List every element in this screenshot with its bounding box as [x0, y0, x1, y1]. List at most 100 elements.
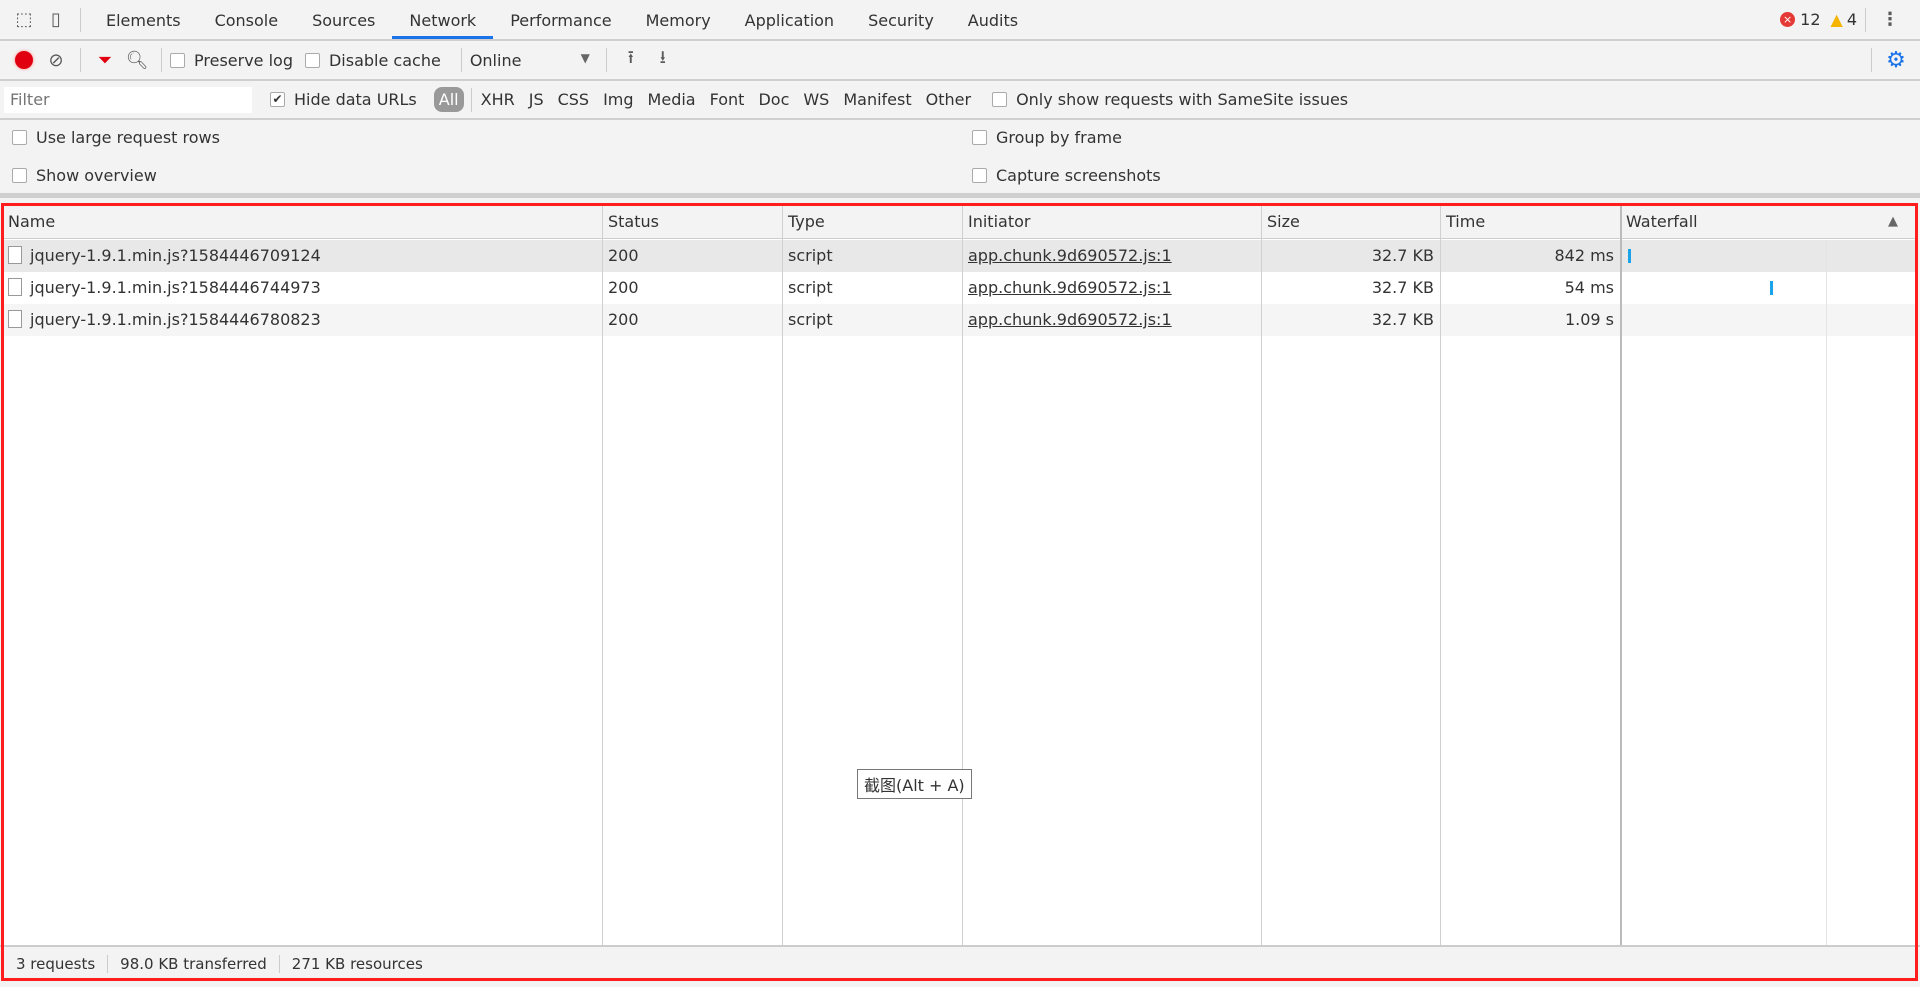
inspect-element-icon[interactable]: ⬚ [8, 4, 40, 36]
request-initiator-link[interactable]: app.chunk.9d690572.js:1 [962, 240, 1178, 272]
device-toolbar-icon[interactable]: ▯ [40, 4, 72, 36]
screenshot-tooltip: 截图(Alt + A) [857, 769, 972, 799]
throttling-select[interactable]: Online ▼ [470, 51, 590, 70]
request-status: 200 [608, 310, 639, 329]
request-size: 32.7 KB [1371, 246, 1434, 265]
filter-type-img[interactable]: Img [603, 90, 633, 109]
hide-data-urls-checkbox[interactable]: ✔ Hide data URLs [270, 90, 417, 109]
divider [605, 48, 607, 72]
warning-icon: ▲ [1830, 10, 1843, 29]
import-har-icon[interactable]: ⭱ [615, 44, 647, 76]
waterfall-bar [1628, 249, 1631, 263]
tab-memory[interactable]: Memory [629, 0, 728, 39]
column-header-type[interactable]: Type [782, 205, 825, 239]
more-menu-icon[interactable]: ⋮ [1874, 4, 1906, 36]
request-type: script [788, 310, 833, 329]
column-header-size[interactable]: Size [1261, 205, 1300, 239]
request-name[interactable]: jquery-1.9.1.min.js?1584446780823 [2, 304, 602, 336]
request-time: 842 ms [1554, 246, 1614, 265]
preserve-log-checkbox[interactable]: Preserve log [170, 51, 293, 70]
column-header-time[interactable]: Time [1440, 205, 1485, 239]
divider [470, 87, 472, 112]
devtools-tab-bar: ⬚ ▯ Elements Console Sources Network Per… [0, 0, 1920, 41]
group-by-frame-checkbox[interactable]: Group by frame [972, 128, 1122, 147]
chevron-down-icon: ▼ [580, 50, 590, 65]
request-initiator-link[interactable]: app.chunk.9d690572.js:1 [962, 272, 1178, 304]
filter-input[interactable] [4, 86, 252, 113]
request-initiator-link[interactable]: app.chunk.9d690572.js:1 [962, 304, 1178, 336]
resources-size: 271 KB resources [291, 954, 423, 973]
column-header-status[interactable]: Status [602, 205, 659, 239]
show-overview-checkbox[interactable]: Show overview [12, 166, 157, 185]
filter-type-manifest[interactable]: Manifest [843, 90, 911, 109]
error-icon: × [1780, 12, 1796, 27]
request-type: script [788, 278, 833, 297]
disable-cache-checkbox[interactable]: Disable cache [304, 51, 441, 70]
record-icon [15, 51, 33, 69]
request-name[interactable]: jquery-1.9.1.min.js?1584446744973 [2, 272, 602, 304]
column-header-waterfall[interactable]: Waterfall [1620, 205, 1698, 239]
divider [460, 48, 462, 72]
tab-console[interactable]: Console [198, 0, 296, 39]
requests-table: Name Status Type Initiator Size Time Wat… [2, 205, 1916, 945]
filter-type-font[interactable]: Font [710, 90, 745, 109]
error-count[interactable]: × 12 ▲ 4 [1780, 10, 1857, 29]
record-button[interactable] [8, 44, 40, 76]
divider [161, 48, 162, 72]
column-divider[interactable] [1261, 205, 1262, 945]
sort-ascending-icon[interactable]: ▲ [1882, 205, 1898, 239]
divider [1871, 48, 1872, 72]
request-size: 32.7 KB [1371, 278, 1434, 297]
filter-type-all[interactable]: All [433, 87, 464, 112]
request-type: script [788, 246, 833, 265]
column-header-name[interactable]: Name [2, 205, 55, 239]
tab-elements[interactable]: Elements [89, 0, 198, 39]
column-divider[interactable] [782, 205, 783, 945]
request-status: 200 [608, 278, 639, 297]
request-size: 32.7 KB [1371, 310, 1434, 329]
filter-type-css[interactable]: CSS [558, 90, 589, 109]
large-rows-checkbox[interactable]: Use large request rows [12, 128, 220, 147]
samesite-checkbox[interactable]: Only show requests with SameSite issues [992, 90, 1348, 109]
filter-type-media[interactable]: Media [648, 90, 696, 109]
divider [80, 48, 81, 72]
filter-type-ws[interactable]: WS [803, 90, 829, 109]
column-divider[interactable] [1620, 205, 1622, 945]
export-har-icon[interactable]: ⭳ [647, 44, 679, 76]
tab-audits[interactable]: Audits [951, 0, 1035, 39]
table-row[interactable]: jquery-1.9.1.min.js?1584446709124 200 sc… [2, 240, 1916, 272]
table-row[interactable]: jquery-1.9.1.min.js?1584446744973 200 sc… [2, 272, 1916, 304]
settings-gear-icon[interactable]: ⚙ [1880, 44, 1912, 76]
request-time: 54 ms [1564, 278, 1614, 297]
file-icon [8, 277, 22, 296]
divider [80, 7, 81, 32]
network-toolbar: ⊘ ⏷ 🔍︎ Preserve log Disable cache Online… [0, 41, 1920, 81]
search-icon[interactable]: 🔍︎ [121, 44, 153, 76]
clear-button[interactable]: ⊘ [40, 44, 72, 76]
tab-network[interactable]: Network [392, 0, 494, 39]
file-icon [8, 245, 22, 264]
filter-type-xhr[interactable]: XHR [481, 90, 515, 109]
request-name[interactable]: jquery-1.9.1.min.js?1584446709124 [2, 240, 602, 272]
column-divider[interactable] [962, 205, 963, 945]
column-header-initiator[interactable]: Initiator [962, 205, 1030, 239]
column-divider[interactable] [1440, 205, 1441, 945]
tab-sources[interactable]: Sources [295, 0, 392, 39]
filter-type-js[interactable]: JS [529, 90, 544, 109]
filter-bar: ✔Hide data URLs All XHR JS CSS Img Media… [0, 81, 1920, 120]
tab-performance[interactable]: Performance [493, 0, 628, 39]
request-time: 1.09 s [1564, 310, 1614, 329]
requests-count: 3 requests [0, 954, 109, 973]
transferred-size: 98.0 KB transferred [108, 954, 280, 973]
waterfall-gridline [1826, 240, 1827, 945]
column-divider[interactable] [602, 205, 603, 945]
filter-type-doc[interactable]: Doc [758, 90, 789, 109]
table-row[interactable]: jquery-1.9.1.min.js?1584446780823 200 sc… [2, 304, 1916, 336]
capture-screenshots-checkbox[interactable]: Capture screenshots [972, 166, 1161, 185]
tab-security[interactable]: Security [851, 0, 951, 39]
file-icon [8, 309, 22, 328]
filter-type-other[interactable]: Other [926, 90, 971, 109]
network-settings-pane: Use large request rows Show overview Gro… [0, 120, 1920, 198]
tab-application[interactable]: Application [728, 0, 851, 39]
filter-icon[interactable]: ⏷ [89, 44, 121, 76]
